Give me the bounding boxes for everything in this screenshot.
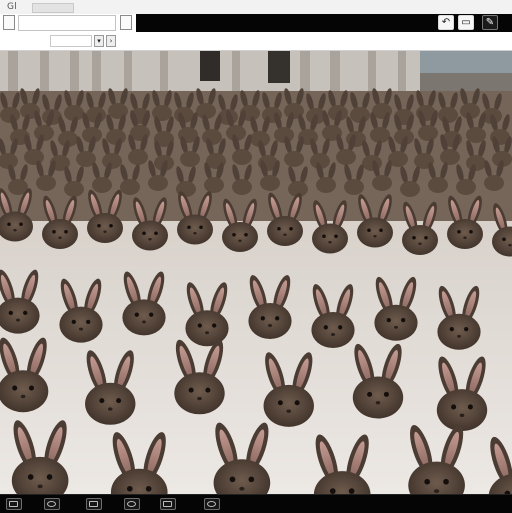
toolbar: ↶ ▭ ✎ (0, 14, 512, 34)
title-field (32, 3, 74, 13)
edit-icon[interactable]: ✎ (482, 15, 498, 30)
image-viewport[interactable] (0, 51, 512, 494)
app-5-icon[interactable] (160, 498, 176, 510)
toolbar-dark-strip: ↶ ▭ ✎ (136, 14, 512, 32)
app-3-icon[interactable] (86, 498, 102, 510)
window-title-bar: Gl (0, 0, 512, 15)
address-input[interactable] (50, 35, 92, 47)
app-2-icon[interactable] (44, 498, 60, 510)
toolbar-field[interactable] (18, 15, 116, 31)
toolbar-menu-button[interactable] (120, 15, 132, 30)
window-title: Gl (7, 2, 18, 12)
app-4-icon[interactable] (124, 498, 140, 510)
image-icon[interactable]: ▭ (458, 15, 474, 30)
app-6-icon[interactable] (204, 498, 220, 510)
address-bar: ▾ › (0, 34, 512, 51)
scene-image (0, 51, 512, 494)
address-dropdown-button[interactable]: ▾ (94, 35, 104, 47)
app-1-icon[interactable] (6, 498, 22, 510)
address-go-button[interactable]: › (106, 35, 116, 47)
taskbar (0, 494, 512, 513)
back-icon[interactable]: ↶ (438, 15, 454, 30)
toolbar-square-button[interactable] (3, 15, 15, 30)
